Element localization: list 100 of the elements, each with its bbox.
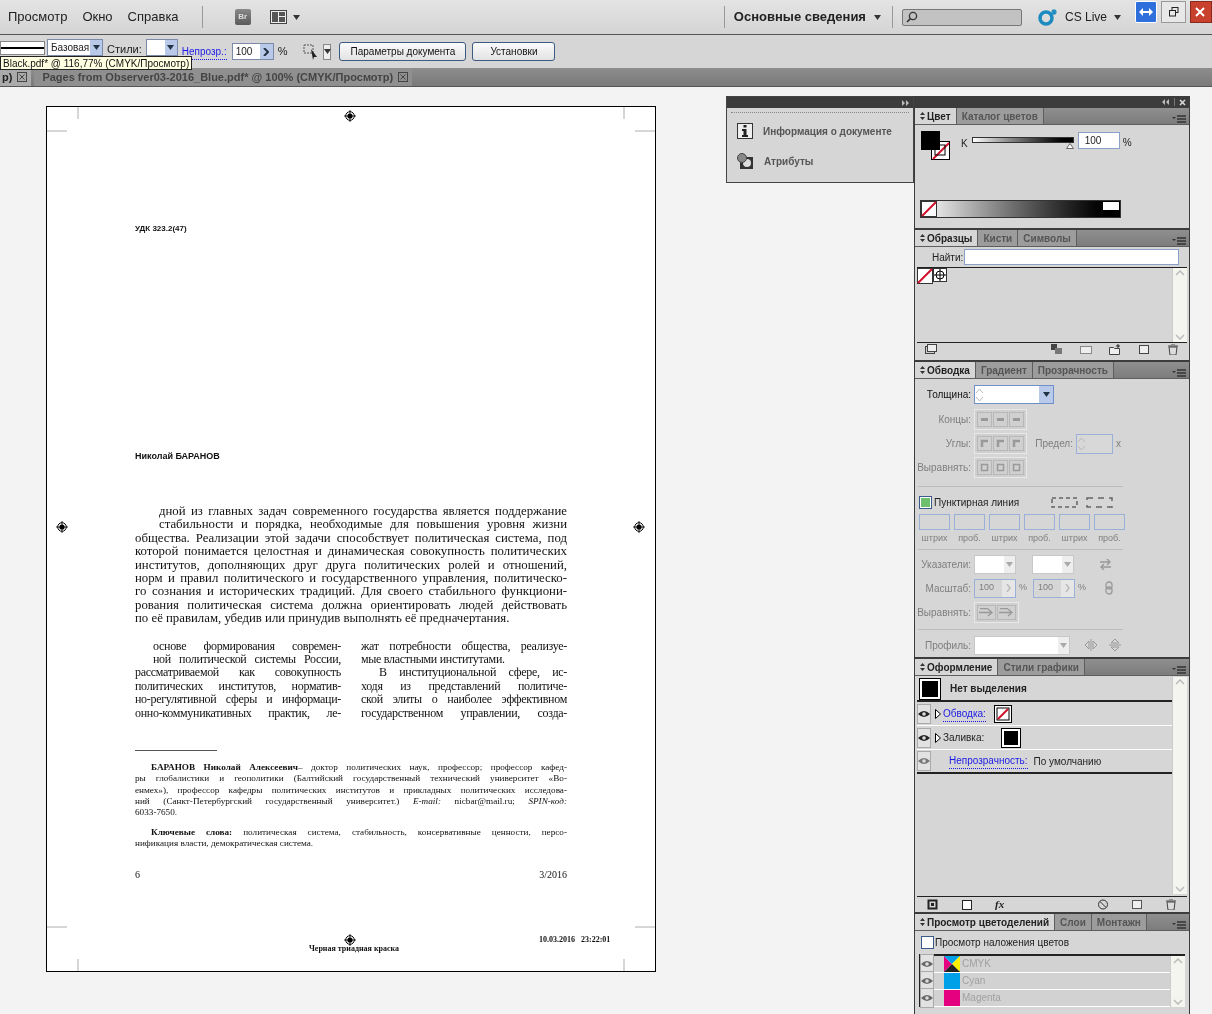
new-swatch-icon[interactable] bbox=[1138, 344, 1150, 355]
arrange-documents-button[interactable] bbox=[269, 10, 300, 24]
menu-item[interactable]: Просмотр bbox=[8, 7, 68, 27]
dash-preserve-icon[interactable] bbox=[1051, 497, 1079, 508]
fill-swatch[interactable] bbox=[1002, 728, 1021, 747]
color-spectrum-bar[interactable] bbox=[920, 200, 1121, 218]
start-arrowhead-dropdown[interactable] bbox=[974, 554, 1016, 574]
scrollbar[interactable] bbox=[1172, 268, 1187, 342]
find-field[interactable] bbox=[964, 249, 1180, 265]
align-center-icon[interactable] bbox=[977, 460, 992, 475]
limit-field[interactable] bbox=[1076, 433, 1113, 454]
expand-triangle-icon[interactable] bbox=[935, 708, 941, 719]
panel-shortcut[interactable]: Атрибуты bbox=[737, 149, 913, 173]
attribute-link[interactable]: Обводка: bbox=[943, 705, 986, 722]
panel-tab[interactable]: Цвет bbox=[915, 108, 957, 124]
dashed-line-checkbox[interactable] bbox=[919, 496, 932, 509]
flip-horizontal-icon[interactable] bbox=[1084, 639, 1098, 651]
toolbar-button[interactable]: Параметры документа bbox=[339, 42, 467, 61]
bevel-join-icon[interactable] bbox=[1009, 436, 1024, 451]
link-icon[interactable] bbox=[1105, 581, 1114, 595]
duplicate-icon[interactable] bbox=[1131, 899, 1143, 910]
dash-field[interactable] bbox=[919, 514, 950, 530]
panel-tab[interactable]: Обводка bbox=[915, 362, 976, 378]
swap-arrows-icon[interactable] bbox=[1099, 558, 1112, 570]
close-tab-icon[interactable] bbox=[398, 72, 409, 82]
k-value-field[interactable]: 100 bbox=[1077, 132, 1120, 149]
arrow-beyond-icon[interactable] bbox=[977, 604, 996, 620]
scroll-down-icon[interactable] bbox=[1175, 334, 1185, 340]
scroll-down-icon[interactable] bbox=[1175, 886, 1185, 892]
scrollbar[interactable] bbox=[1170, 956, 1185, 1007]
dash-field[interactable] bbox=[1024, 514, 1055, 530]
collapse-arrows-icon[interactable] bbox=[920, 366, 925, 374]
panel-shortcut[interactable]: Информация о документе bbox=[737, 119, 913, 143]
panel-menu-icon[interactable] bbox=[1172, 115, 1186, 124]
miter-join-icon[interactable] bbox=[977, 436, 992, 451]
panel-tab[interactable]: Образцы bbox=[915, 230, 979, 246]
cs-live-menu[interactable]: CS Live bbox=[1064, 8, 1121, 26]
effects-button[interactable]: fx bbox=[995, 896, 1005, 913]
add-fill-icon[interactable] bbox=[961, 899, 973, 910]
attribute-link[interactable]: Непрозрачность: bbox=[949, 753, 1028, 769]
color-chip[interactable] bbox=[1103, 202, 1119, 210]
workspace-switcher[interactable]: Основные сведения bbox=[733, 7, 881, 27]
expand-triangle-icon[interactable] bbox=[935, 732, 941, 743]
collapse-arrows-icon[interactable] bbox=[920, 234, 925, 242]
profile-dropdown[interactable] bbox=[974, 635, 1070, 655]
collapse-arrows-icon[interactable] bbox=[920, 918, 925, 926]
swatch-libraries-icon[interactable] bbox=[925, 344, 937, 355]
dash-field[interactable] bbox=[1059, 514, 1090, 530]
scroll-up-icon[interactable] bbox=[1175, 270, 1185, 276]
menu-item[interactable]: Окно bbox=[82, 7, 113, 27]
expand-panel-icon[interactable] bbox=[902, 99, 910, 106]
round-cap-icon[interactable] bbox=[993, 412, 1008, 427]
weight-field[interactable] bbox=[974, 385, 1054, 404]
eye-icon[interactable] bbox=[918, 709, 930, 718]
none-swatch[interactable] bbox=[917, 268, 933, 284]
align-outside-icon[interactable] bbox=[1009, 460, 1024, 475]
trash-icon[interactable] bbox=[1165, 899, 1177, 910]
registration-swatch[interactable] bbox=[933, 268, 947, 282]
bridge-button[interactable]: Br bbox=[234, 9, 251, 25]
k-slider[interactable] bbox=[971, 137, 1074, 149]
panel-menu-icon[interactable] bbox=[1172, 237, 1186, 246]
flip-vertical-icon[interactable] bbox=[1109, 638, 1121, 652]
spinner-icon[interactable] bbox=[975, 386, 984, 403]
panel-tab[interactable]: Просмотр цветоделений bbox=[915, 914, 1056, 930]
panel-tab[interactable]: Оформление bbox=[915, 659, 999, 675]
trash-icon[interactable] bbox=[1167, 344, 1179, 355]
dash-field[interactable] bbox=[989, 514, 1020, 530]
cs-live-icon[interactable] bbox=[1037, 8, 1060, 26]
switch-window-button[interactable] bbox=[1135, 1, 1157, 23]
opacity-field[interactable]: 100 bbox=[231, 43, 274, 60]
scroll-down-icon[interactable] bbox=[1173, 999, 1183, 1005]
swatch-options-icon[interactable] bbox=[1080, 344, 1092, 355]
panel-menu-icon[interactable] bbox=[1172, 369, 1186, 378]
close-tab-icon[interactable] bbox=[17, 72, 28, 82]
collapse-arrows-icon[interactable] bbox=[920, 112, 925, 120]
new-group-icon[interactable] bbox=[1109, 344, 1121, 355]
arrow-at-end-icon[interactable] bbox=[997, 604, 1016, 620]
menu-item[interactable]: Справка bbox=[127, 7, 179, 27]
clear-icon[interactable] bbox=[1097, 899, 1109, 910]
panel-menu-icon[interactable] bbox=[1172, 921, 1186, 930]
close-button[interactable] bbox=[1190, 1, 1212, 23]
collapse-arrows-icon[interactable] bbox=[920, 663, 925, 671]
search-field[interactable] bbox=[901, 8, 1022, 26]
dash-field[interactable] bbox=[954, 514, 985, 530]
recolor-button[interactable] bbox=[303, 43, 332, 60]
style-dropdown[interactable]: Базовая bbox=[47, 39, 103, 56]
toolbar-button[interactable]: Установки bbox=[472, 42, 556, 61]
scroll-up-icon[interactable] bbox=[1175, 679, 1185, 685]
fill-stroke-swatches[interactable] bbox=[921, 131, 951, 161]
round-join-icon[interactable] bbox=[993, 436, 1008, 451]
butt-cap-icon[interactable] bbox=[977, 412, 992, 427]
dash-field[interactable] bbox=[1094, 514, 1125, 530]
swatch-kind-icon[interactable] bbox=[1051, 344, 1063, 355]
dash-align-corners-icon[interactable] bbox=[1086, 497, 1114, 508]
scrollbar[interactable] bbox=[1172, 677, 1187, 894]
stroke-swatch[interactable] bbox=[993, 704, 1012, 723]
add-stroke-icon[interactable] bbox=[927, 899, 939, 910]
overprint-checkbox[interactable] bbox=[921, 936, 934, 949]
none-swatch[interactable] bbox=[921, 201, 937, 217]
eye-icon[interactable] bbox=[918, 733, 930, 742]
